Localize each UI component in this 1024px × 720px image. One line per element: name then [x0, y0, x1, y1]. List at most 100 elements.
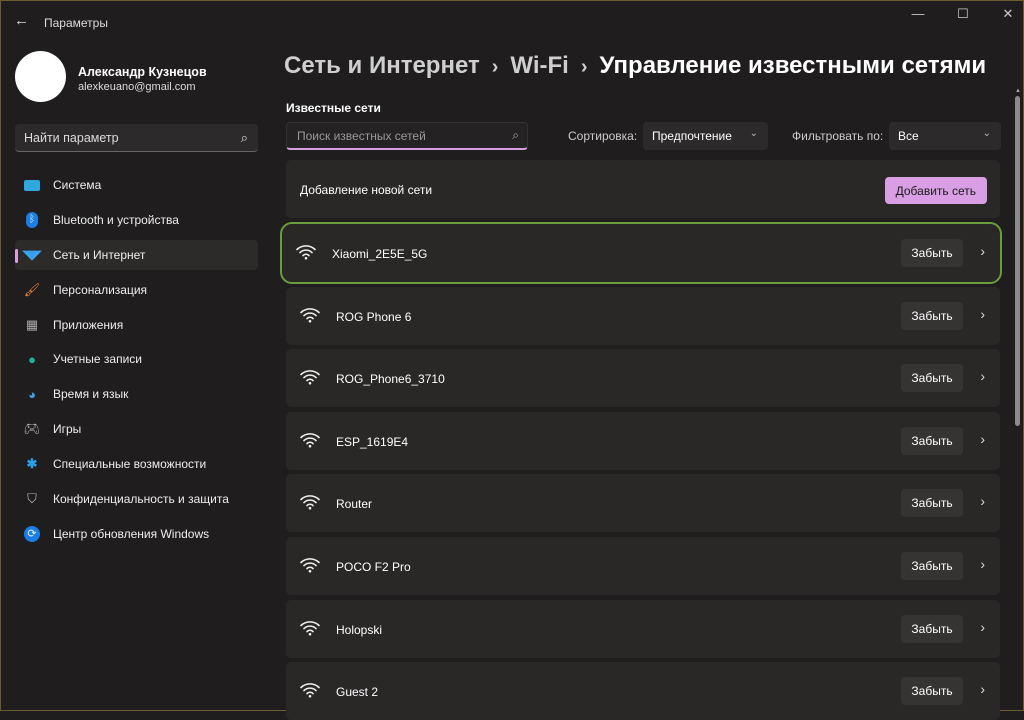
breadcrumb-wifi[interactable]: Wi-Fi [510, 52, 568, 79]
user-name: Александр Кузнецов [78, 65, 207, 79]
wifi-icon [300, 370, 320, 385]
search-placeholder: Поиск известных сетей [297, 129, 426, 143]
forget-button[interactable]: Забыть [901, 677, 963, 706]
filter-value: Все [898, 129, 919, 143]
sidebar-item-privacy[interactable]: ⛉ Конфиденциальность и защита [15, 484, 258, 514]
network-row[interactable]: Holopski Забыть › [286, 599, 1000, 658]
network-row[interactable]: Xiaomi_2E5E_5G Забыть › [280, 222, 1002, 284]
filter-label: Фильтровать по: [792, 129, 884, 143]
forget-button[interactable]: Забыть [901, 239, 963, 267]
chevron-right-icon[interactable]: › [980, 368, 985, 384]
sidebar-item-apps[interactable]: ▦ Приложения [15, 310, 258, 340]
network-name: ROG Phone 6 [336, 309, 412, 324]
accessibility-icon: ✱ [26, 456, 38, 472]
search-placeholder: Найти параметр [24, 131, 119, 145]
add-network-card: Добавление новой сети Добавить сеть [286, 160, 1000, 218]
gamepad-icon: 🎮︎ [23, 421, 41, 437]
sidebar-item-label: Специальные возможности [53, 457, 207, 472]
sidebar-item-network[interactable]: ◥◤ Сеть и Интернет [15, 239, 258, 270]
search-icon: ⌕ [512, 128, 519, 142]
network-row[interactable]: ESP_1619E4 Забыть › [286, 411, 1000, 470]
sort-dropdown[interactable]: Предпочтение ⌄ [643, 122, 768, 150]
network-row[interactable]: Guest 2 Забыть › [286, 662, 1000, 720]
sidebar-item-accounts[interactable]: ● Учетные записи [15, 344, 258, 374]
add-network-text: Добавление новой сети [300, 183, 433, 197]
chevron-right-icon[interactable]: › [980, 556, 985, 572]
forget-button[interactable]: Забыть [901, 489, 963, 518]
sidebar-item-gaming[interactable]: 🎮︎ Игры [15, 414, 258, 444]
known-networks-search-input[interactable]: Поиск известных сетей ⌕ [286, 122, 528, 150]
network-name: POCO F2 Pro [336, 560, 411, 574]
wifi-icon [296, 245, 316, 260]
person-icon: ● [28, 351, 36, 367]
wifi-icon [300, 558, 320, 573]
sidebar-item-label: Bluetooth и устройства [53, 212, 179, 227]
network-name: ROG_Phone6_3710 [336, 372, 445, 387]
chevron-right-icon[interactable]: › [980, 493, 985, 509]
sidebar-item-windows-update[interactable]: ⟳ Центр обновления Windows [15, 519, 258, 549]
forget-button[interactable]: Забыть [901, 364, 963, 393]
close-button[interactable]: ✕ [985, 6, 1024, 26]
forget-button[interactable]: Забыть [901, 552, 963, 580]
scrollbar[interactable] [1015, 96, 1020, 426]
network-row[interactable]: ROG Phone 6 Забыть › [286, 286, 1000, 345]
network-row[interactable]: ROG_Phone6_3710 Забыть › [286, 349, 1000, 408]
sort-label: Сортировка: [568, 129, 638, 143]
chevron-right-icon[interactable]: › [980, 243, 985, 259]
sidebar-item-personalization[interactable]: 🖌 Персонализация [15, 275, 258, 305]
wifi-icon: ◥◤ [22, 246, 42, 262]
forget-button[interactable]: Забыть [901, 426, 963, 455]
sidebar-item-system[interactable]: Система [15, 170, 258, 200]
bluetooth-icon: ᛒ [26, 211, 38, 228]
sidebar-item-label: Конфиденциальность и защита [53, 492, 229, 507]
network-name: ESP_1619E4 [336, 434, 409, 449]
settings-search-input[interactable]: Найти параметр ⌕ [15, 124, 258, 152]
wifi-icon [300, 683, 320, 698]
chevron-right-icon[interactable]: › [980, 619, 985, 635]
forget-button[interactable]: Забыть [901, 614, 963, 643]
brush-icon: 🖌 [23, 281, 41, 297]
section-title: Известные сети [286, 101, 381, 115]
shield-icon: ⛉ [27, 491, 37, 507]
breadcrumb-network[interactable]: Сеть и Интернет [284, 52, 480, 79]
sidebar-item-label: Персонализация [53, 282, 148, 297]
wifi-icon [300, 307, 320, 323]
wifi-icon [300, 620, 320, 636]
filter-dropdown[interactable]: Все ⌄ [889, 122, 1001, 150]
user-email: alexkeuano@gmail.com [78, 81, 196, 93]
forget-button[interactable]: Забыть [901, 301, 963, 330]
network-name: Router [336, 497, 373, 512]
chevron-down-icon: ⌄ [749, 128, 758, 139]
chevron-right-icon[interactable]: › [980, 681, 985, 697]
sidebar-item-time-language[interactable]: ◕ Время и язык [15, 379, 258, 409]
chevron-down-icon: ⌄ [982, 128, 991, 139]
page-title: Управление известными сетями [599, 52, 987, 79]
maximize-button[interactable]: ☐ [940, 6, 986, 26]
sidebar-item-label: Система [53, 178, 102, 192]
wifi-icon [300, 495, 320, 510]
sidebar-item-accessibility[interactable]: ✱ Специальные возможности [15, 449, 258, 479]
minimize-button[interactable]: — [895, 6, 941, 26]
apps-icon: ▦ [25, 316, 39, 332]
network-row[interactable]: Router Забыть › [286, 474, 1000, 533]
sidebar-item-label: Сеть и Интернет [53, 247, 146, 262]
app-title: Параметры [44, 16, 108, 30]
sidebar-item-label: Игры [53, 422, 82, 437]
search-icon: ⌕ [240, 130, 248, 145]
scroll-up-arrow[interactable]: ▲ [1015, 88, 1021, 94]
avatar[interactable] [15, 51, 66, 102]
globe-clock-icon: ◕ [28, 386, 36, 402]
sidebar-nav: Система ᛒ Bluetooth и устройства ◥◤ Сеть и… [15, 170, 258, 554]
chevron-right-icon: › [491, 56, 499, 78]
chevron-right-icon[interactable]: › [980, 306, 985, 322]
network-row[interactable]: POCO F2 Pro Забыть › [286, 537, 1000, 595]
breadcrumb: Сеть и Интернет › Wi-Fi › Управление известн… [284, 52, 986, 80]
network-name: Guest 2 [336, 685, 379, 700]
update-icon: ⟳ [24, 525, 40, 542]
sidebar-item-label: Центр обновления Windows [53, 526, 210, 541]
back-arrow-icon[interactable]: ← [14, 12, 29, 29]
sidebar-item-bluetooth[interactable]: ᛒ Bluetooth и устройства [15, 205, 258, 235]
add-network-button[interactable]: Добавить сеть [884, 177, 987, 204]
monitor-icon [24, 177, 40, 193]
chevron-right-icon[interactable]: › [980, 431, 985, 447]
